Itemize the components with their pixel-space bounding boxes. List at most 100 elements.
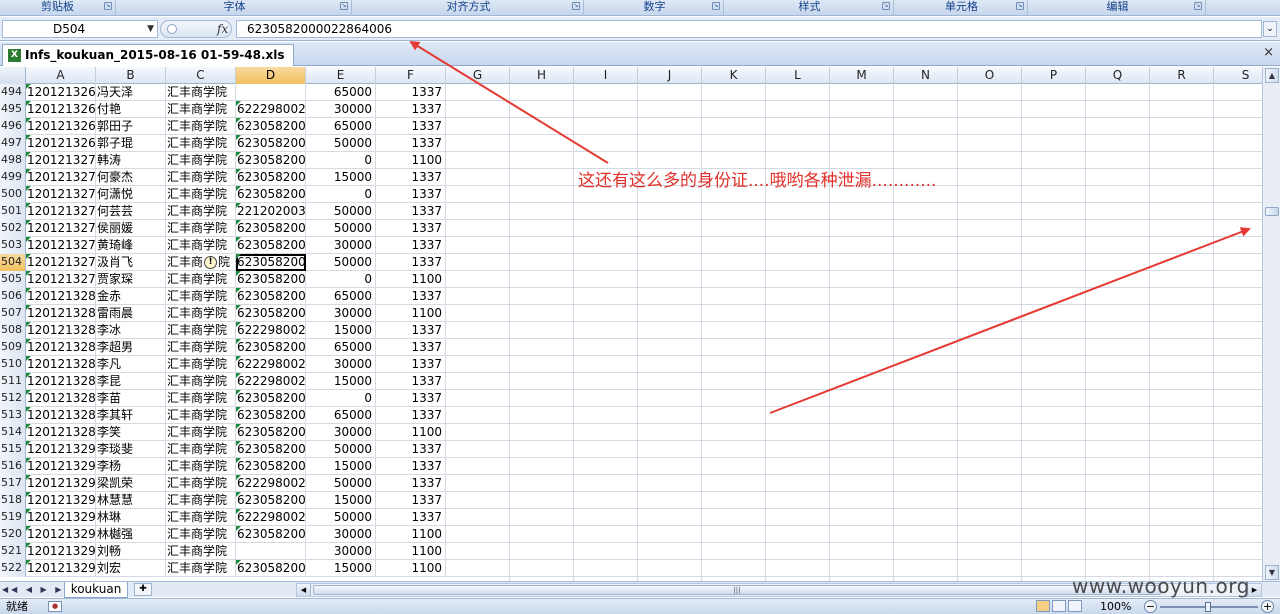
cell-d[interactable]: 6222980023 bbox=[236, 356, 306, 373]
cell-e[interactable]: 15000 bbox=[306, 169, 376, 186]
cell-f[interactable]: 1337 bbox=[376, 169, 446, 186]
cell-d[interactable]: 6230582000 bbox=[236, 492, 306, 509]
cell-a[interactable]: 120121327 bbox=[26, 254, 96, 271]
cell-c[interactable]: 汇丰商学院 bbox=[166, 152, 236, 169]
cell-a[interactable]: 120121329 bbox=[26, 441, 96, 458]
cell-c[interactable]: 汇丰商学院 bbox=[166, 118, 236, 135]
cell-a[interactable]: 120121329 bbox=[26, 560, 96, 577]
cell-f[interactable]: 1337 bbox=[376, 101, 446, 118]
cell-d[interactable]: 6222980023 bbox=[236, 509, 306, 526]
formula-input[interactable]: 6230582000022864006 bbox=[236, 20, 1262, 38]
column-header-c[interactable]: C bbox=[166, 67, 236, 84]
cell-e[interactable]: 30000 bbox=[306, 424, 376, 441]
cell-f[interactable]: 1337 bbox=[376, 356, 446, 373]
cell-e[interactable]: 50000 bbox=[306, 254, 376, 271]
cell-c[interactable]: 汇丰商学院 bbox=[166, 441, 236, 458]
close-workbook-icon[interactable]: × bbox=[1263, 45, 1274, 60]
dialog-launcher-icon[interactable]: ↘ bbox=[1016, 2, 1024, 10]
cell-e[interactable]: 15000 bbox=[306, 322, 376, 339]
column-header-h[interactable]: H bbox=[510, 67, 574, 84]
cell-f[interactable]: 1100 bbox=[376, 271, 446, 288]
cell-c[interactable]: 汇丰商学院 bbox=[166, 560, 236, 577]
cell-c[interactable]: 汇丰商学院 bbox=[166, 169, 236, 186]
cell-f[interactable]: 1337 bbox=[376, 492, 446, 509]
cell-e[interactable]: 65000 bbox=[306, 288, 376, 305]
name-box-dropdown-icon[interactable]: ▼ bbox=[147, 21, 154, 37]
cell-a[interactable]: 120121329 bbox=[26, 526, 96, 543]
dialog-launcher-icon[interactable]: ↘ bbox=[340, 2, 348, 10]
insert-function-button[interactable]: fx bbox=[217, 21, 228, 37]
cell-a[interactable]: 120121328 bbox=[26, 322, 96, 339]
cell-d[interactable] bbox=[236, 84, 306, 101]
cell-d[interactable]: 6222980023 bbox=[236, 373, 306, 390]
cell-b[interactable]: 韩涛 bbox=[96, 152, 166, 169]
cell-c[interactable]: 汇丰商学院 bbox=[166, 390, 236, 407]
cell-d[interactable]: 2212020030 bbox=[236, 203, 306, 220]
cell-b[interactable]: 林樾强 bbox=[96, 526, 166, 543]
cell-d[interactable]: 6230582000 bbox=[236, 220, 306, 237]
row-header[interactable]: 519 bbox=[0, 509, 26, 526]
select-all-corner[interactable] bbox=[0, 67, 26, 84]
cell-d[interactable]: 6230582000 bbox=[236, 526, 306, 543]
cell-a[interactable]: 120121328 bbox=[26, 424, 96, 441]
dialog-launcher-icon[interactable]: ↘ bbox=[572, 2, 580, 10]
cell-b[interactable]: 李冰 bbox=[96, 322, 166, 339]
cell-d[interactable]: 6230582000 bbox=[236, 390, 306, 407]
dialog-launcher-icon[interactable]: ↘ bbox=[882, 2, 890, 10]
cell-e[interactable]: 30000 bbox=[306, 101, 376, 118]
cell-e[interactable]: 30000 bbox=[306, 356, 376, 373]
column-header-a[interactable]: A bbox=[26, 67, 96, 84]
cell-a[interactable]: 120121326 bbox=[26, 135, 96, 152]
cell-a[interactable]: 120121327 bbox=[26, 186, 96, 203]
cell-e[interactable]: 65000 bbox=[306, 407, 376, 424]
row-header[interactable]: 517 bbox=[0, 475, 26, 492]
cell-d[interactable]: 6222980023 bbox=[236, 101, 306, 118]
cell-b[interactable]: 李其轩 bbox=[96, 407, 166, 424]
normal-view-icon[interactable] bbox=[1036, 600, 1050, 612]
cell-a[interactable]: 120121328 bbox=[26, 288, 96, 305]
sheet-tab-koukuan[interactable]: koukuan bbox=[64, 582, 128, 598]
cell-a[interactable]: 120121327 bbox=[26, 203, 96, 220]
cell-c[interactable]: 汇丰商学院 bbox=[166, 509, 236, 526]
column-header-k[interactable]: K bbox=[702, 67, 766, 84]
cell-c[interactable]: 汇丰商学院 bbox=[166, 322, 236, 339]
cell-e[interactable]: 0 bbox=[306, 186, 376, 203]
cell-c[interactable]: 汇丰商学院 bbox=[166, 339, 236, 356]
cell-b[interactable]: 何芸芸 bbox=[96, 203, 166, 220]
column-header-l[interactable]: L bbox=[766, 67, 830, 84]
cell-e[interactable]: 15000 bbox=[306, 458, 376, 475]
row-header[interactable]: 505 bbox=[0, 271, 26, 288]
cancel-formula-icon[interactable] bbox=[167, 24, 177, 34]
cell-f[interactable]: 1337 bbox=[376, 237, 446, 254]
cell-f[interactable]: 1100 bbox=[376, 560, 446, 577]
row-header[interactable]: 502 bbox=[0, 220, 26, 237]
zoom-in-icon[interactable]: + bbox=[1261, 600, 1274, 613]
column-header-s[interactable]: S bbox=[1214, 67, 1262, 84]
cell-f[interactable]: 1337 bbox=[376, 390, 446, 407]
error-warning-icon[interactable]: ! bbox=[204, 256, 218, 269]
cell-c[interactable]: 汇丰商! 院 bbox=[166, 254, 236, 271]
cell-f[interactable]: 1100 bbox=[376, 526, 446, 543]
cell-b[interactable]: 何潇悦 bbox=[96, 186, 166, 203]
row-header[interactable]: 513 bbox=[0, 407, 26, 424]
cell-f[interactable]: 1337 bbox=[376, 373, 446, 390]
column-header-i[interactable]: I bbox=[574, 67, 638, 84]
cell-a[interactable]: 120121328 bbox=[26, 407, 96, 424]
cell-a[interactable]: 120121329 bbox=[26, 492, 96, 509]
cell-b[interactable]: 林琳 bbox=[96, 509, 166, 526]
cell-e[interactable]: 15000 bbox=[306, 560, 376, 577]
cell-b[interactable]: 郭田子 bbox=[96, 118, 166, 135]
row-header[interactable]: 500 bbox=[0, 186, 26, 203]
cell-b[interactable]: 林慧慧 bbox=[96, 492, 166, 509]
cell-c[interactable]: 汇丰商学院 bbox=[166, 526, 236, 543]
cell-c[interactable]: 汇丰商学院 bbox=[166, 424, 236, 441]
cell-d[interactable]: 6230582000 bbox=[236, 118, 306, 135]
cell-f[interactable]: 1337 bbox=[376, 509, 446, 526]
cell-b[interactable]: 李笑 bbox=[96, 424, 166, 441]
cell-c[interactable]: 汇丰商学院 bbox=[166, 407, 236, 424]
column-header-b[interactable]: B bbox=[96, 67, 166, 84]
cell-f[interactable]: 1337 bbox=[376, 186, 446, 203]
cell-d[interactable]: 6222980023 bbox=[236, 475, 306, 492]
cell-f[interactable]: 1337 bbox=[376, 288, 446, 305]
cell-d[interactable]: 6230582000 bbox=[236, 424, 306, 441]
